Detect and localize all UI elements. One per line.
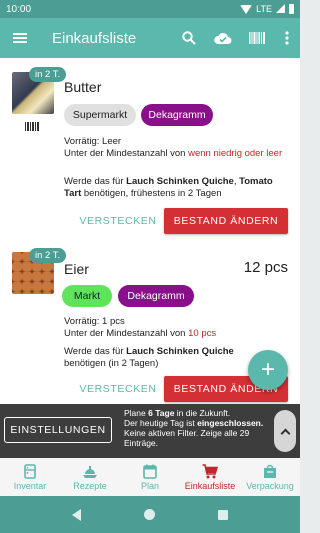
list-item[interactable]: in 2 T. Butter Supermarkt Dekagramm Vorr… xyxy=(0,58,300,248)
barcode-icon xyxy=(25,122,39,131)
unit-chip[interactable]: Dekagramm xyxy=(141,104,213,126)
plan-prefix: Plane xyxy=(124,408,146,418)
menu-icon xyxy=(13,33,27,43)
overflow-menu-button[interactable] xyxy=(274,18,300,58)
status-bar: 10:00 LTE xyxy=(0,0,300,18)
barcode-icon xyxy=(249,32,265,44)
nav-item-inventar[interactable]: Inventar xyxy=(0,458,60,496)
back-icon[interactable] xyxy=(71,508,81,521)
app-toolbar: Einkaufsliste xyxy=(0,18,300,58)
collapse-filter-button[interactable] xyxy=(274,410,296,452)
min-label: Unter der Mindestanzahl von xyxy=(64,148,186,159)
nav-label: Einkaufsliste xyxy=(184,481,236,491)
product-amount: 12 pcs xyxy=(243,259,288,276)
needed-prefix: Werde das für xyxy=(64,346,124,357)
stock-info: Vorrätig: Leer Unter der Mindestanzahl v… xyxy=(64,136,286,160)
menu-button[interactable] xyxy=(0,18,40,58)
recipe-separator: , xyxy=(233,176,237,187)
plan-suffix: in die Zukunft. xyxy=(176,408,231,418)
cart-icon xyxy=(202,463,218,479)
network-type: LTE xyxy=(256,4,272,14)
change-stock-button[interactable]: BESTAND ÄNDERN xyxy=(164,208,288,234)
stock-label: Vorrätig: xyxy=(64,316,100,327)
product-name: Butter xyxy=(64,79,102,95)
cloud-check-icon xyxy=(214,32,232,44)
min-value: wenn niedrig oder leer xyxy=(188,148,283,159)
recipe-name: Lauch Schinken Quiche xyxy=(126,346,234,357)
nav-item-einkaufsliste[interactable]: Einkaufsliste xyxy=(180,458,240,496)
recipes-icon xyxy=(82,463,98,479)
due-badge: in 2 T. xyxy=(29,248,67,263)
unit-chip[interactable]: Dekagramm xyxy=(118,285,194,307)
recipe-name: Lauch Schinken Quiche xyxy=(126,176,234,187)
app: 10:00 LTE Einkaufsliste in 2 T. Butter S… xyxy=(0,0,300,533)
home-icon[interactable] xyxy=(143,509,155,520)
stock-value: 1 pcs xyxy=(102,316,125,327)
today-status: eingeschlossen. xyxy=(197,418,264,428)
wifi-icon xyxy=(240,4,253,14)
stock-label: Vorrätig: xyxy=(64,136,100,147)
page-title: Einkaufsliste xyxy=(52,29,137,47)
more-vert-icon xyxy=(285,31,289,45)
calendar-icon xyxy=(143,463,157,479)
chevron-up-icon xyxy=(280,428,290,438)
search-icon xyxy=(182,31,196,45)
store-chip[interactable]: Supermarkt xyxy=(64,104,136,126)
search-button[interactable] xyxy=(172,18,206,58)
min-label: Unter der Mindestanzahl von xyxy=(64,328,186,339)
battery-icon xyxy=(289,4,294,14)
status-time: 10:00 xyxy=(6,3,32,15)
nav-label: Rezepte xyxy=(73,481,107,491)
needed-suffix: benötigen, frühestens in 2 Tagen xyxy=(83,188,222,199)
filter-status: Keine aktiven Filter. Zeige alle 29 Eint… xyxy=(124,428,250,448)
nav-item-rezepte[interactable]: Rezepte xyxy=(60,458,120,496)
fridge-icon xyxy=(24,463,36,479)
product-name: Eier xyxy=(64,261,89,277)
system-navigation-bar xyxy=(0,496,300,533)
nav-label: Plan xyxy=(140,481,159,491)
needed-info: Werde das für Lauch Schinken Quiche, Tom… xyxy=(64,176,286,200)
signal-icon xyxy=(276,3,285,15)
nav-item-plan[interactable]: Plan xyxy=(120,458,180,496)
stock-info: Vorrätig: 1 pcs Unter der Mindestanzahl … xyxy=(64,316,286,340)
needed-info: Werde das für Lauch Schinken Quiche benö… xyxy=(64,346,274,370)
today-prefix: Der heutige Tag ist xyxy=(124,418,195,428)
hide-button[interactable]: VERSTECKEN xyxy=(78,376,158,402)
status-icons: LTE xyxy=(240,3,294,15)
shopping-list: in 2 T. Butter Supermarkt Dekagramm Vorr… xyxy=(0,58,300,404)
add-item-button[interactable]: + xyxy=(248,350,288,390)
hide-button[interactable]: VERSTECKEN xyxy=(78,208,158,234)
store-chip[interactable]: Markt xyxy=(62,285,112,307)
nav-label: Verpackung xyxy=(246,481,294,491)
nav-label: Inventar xyxy=(13,481,47,491)
stock-value: Leer xyxy=(102,136,122,147)
filter-panel: EINSTELLUNGEN Plane 6 Tage in die Zukunf… xyxy=(0,404,300,458)
min-value: 10 pcs xyxy=(188,328,217,339)
needed-prefix: Werde das für xyxy=(64,176,124,187)
plus-icon: + xyxy=(260,356,275,383)
filter-summary: Plane 6 Tage in die Zukunft. Der heutige… xyxy=(124,408,274,448)
sync-button[interactable] xyxy=(206,18,240,58)
scan-barcode-button[interactable] xyxy=(240,18,274,58)
bottom-navigation: Inventar Rezepte Plan Einkaufsliste Verp… xyxy=(0,458,300,496)
package-icon xyxy=(263,463,277,479)
settings-button[interactable]: EINSTELLUNGEN xyxy=(4,417,112,443)
due-badge: in 2 T. xyxy=(29,67,67,82)
needed-suffix: benötigen (in 2 Tagen) xyxy=(64,358,159,369)
recent-apps-icon[interactable] xyxy=(218,509,229,520)
plan-days: 6 Tage xyxy=(148,408,175,418)
nav-item-verpackung[interactable]: Verpackung xyxy=(240,458,300,496)
